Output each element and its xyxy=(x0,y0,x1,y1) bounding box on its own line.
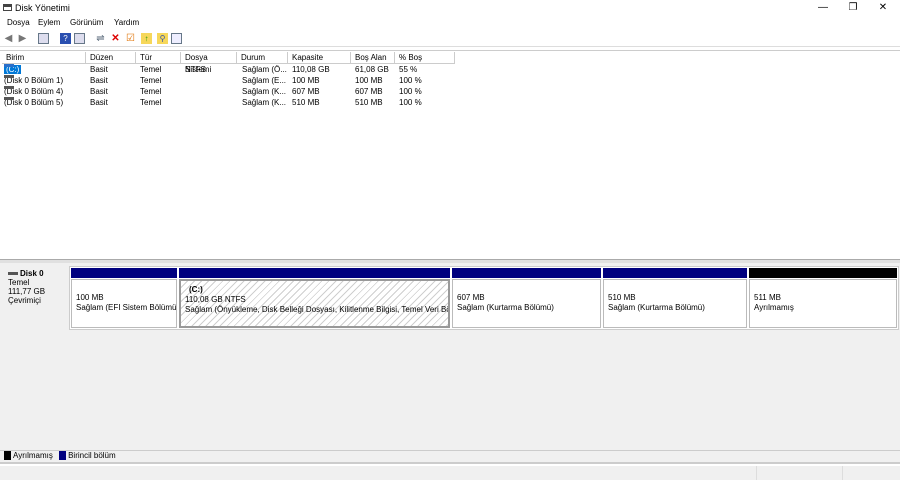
delete-icon[interactable]: ✕ xyxy=(110,33,121,44)
cell-4: Sağlam (Ö... xyxy=(242,65,287,74)
disk-size: 111,77 GB xyxy=(8,287,46,296)
minimize-button[interactable]: — xyxy=(808,0,838,16)
cell-2: Temel xyxy=(140,76,162,85)
table-row[interactable]: (Disk 0 Bölüm 5) Basit Temel Sağlam (K... 51… xyxy=(0,97,460,108)
forward-icon[interactable]: ▶ xyxy=(17,33,28,44)
volume-icon xyxy=(4,64,14,67)
partition[interactable]: 607 MB Sağlam (Kurtarma Bölümü) xyxy=(452,268,601,328)
cell-7: 100 % xyxy=(399,87,422,96)
cell-2: Temel xyxy=(140,65,162,74)
volume-icon xyxy=(4,97,14,100)
partition-type-bar xyxy=(452,268,601,278)
volume-list: Birim Düzen Tür Dosya Sistemi Durum Kapa… xyxy=(0,50,900,259)
cell-7: 100 % xyxy=(399,76,422,85)
partition-label: (C:) xyxy=(189,285,203,294)
cell-5: 100 MB xyxy=(292,76,320,85)
column-header-kapasite[interactable]: Kapasite xyxy=(288,52,351,64)
partition-status: Ayrılmamış xyxy=(754,303,794,312)
cell-2: Temel xyxy=(140,87,162,96)
folder-up-icon[interactable]: ↑ xyxy=(141,33,152,44)
legend-unallocated: Ayrılmamış xyxy=(13,451,53,460)
status-bar xyxy=(0,466,900,480)
checklist-icon[interactable]: ☑ xyxy=(125,33,136,44)
column-header-duzen[interactable]: Düzen xyxy=(86,52,136,64)
disk-info[interactable]: Disk 0 Temel 111,77 GB Çevrimiçi xyxy=(3,266,69,329)
menu-bar: Dosya Eylem Görünüm Yardım xyxy=(0,16,900,29)
partition-status: Sağlam (Kurtarma Bölümü) xyxy=(608,303,705,312)
partition[interactable]: 100 MB Sağlam (EFI Sistem Bölümü) xyxy=(71,268,177,328)
cell-1: Basit xyxy=(90,98,108,107)
table-row[interactable]: (Disk 0 Bölüm 1) Basit Temel Sağlam (E... 10… xyxy=(0,75,460,86)
partition[interactable]: (C:) 110,08 GB NTFS Sağlam (Önyükleme, Dis… xyxy=(179,268,450,328)
window-title: Disk Yönetimi xyxy=(15,3,70,13)
column-header-yuzde-bos[interactable]: % Boş xyxy=(395,52,455,64)
folder-search-icon[interactable]: ⚲ xyxy=(157,33,168,44)
cell-5: 510 MB xyxy=(292,98,320,107)
column-header-birim[interactable]: Birim xyxy=(2,52,86,64)
cell-3: NTFS xyxy=(185,65,206,74)
column-header-bos-alan[interactable]: Boş Alan xyxy=(351,52,395,64)
cell-5: 607 MB xyxy=(292,87,320,96)
legend-swatch-unallocated xyxy=(4,451,11,461)
menu-gorunum[interactable]: Görünüm xyxy=(70,18,103,27)
cell-7: 100 % xyxy=(399,98,422,107)
cell-6: 61,08 GB xyxy=(355,65,389,74)
restore-button[interactable]: ❐ xyxy=(838,0,868,16)
cell-5: 110,08 GB xyxy=(292,65,330,74)
disk-name: Disk 0 xyxy=(20,269,44,278)
partition-type-bar xyxy=(179,268,450,278)
partition-status: Sağlam (EFI Sistem Bölümü) xyxy=(76,303,177,312)
disk-type: Temel xyxy=(8,278,30,287)
partition[interactable]: 510 MB Sağlam (Kurtarma Bölümü) xyxy=(603,268,747,328)
partition-status: Sağlam (Önyükleme, Disk Belleği Dosyası,… xyxy=(185,305,450,314)
title-bar: Disk Yönetimi — ❐ ✕ xyxy=(0,0,900,16)
cell-6: 607 MB xyxy=(355,87,383,96)
volume-icon xyxy=(4,86,14,89)
menu-yardim[interactable]: Yardım xyxy=(114,18,139,27)
partition-status: Sağlam (Kurtarma Bölümü) xyxy=(457,303,554,312)
cell-6: 100 MB xyxy=(355,76,383,85)
table-row[interactable]: (C:) Basit Temel NTFS Sağlam (Ö... 110,08 GB 6… xyxy=(0,64,460,75)
volume-icon xyxy=(4,75,14,78)
cell-4: Sağlam (K... xyxy=(242,87,287,96)
back-icon[interactable]: ◀ xyxy=(3,33,14,44)
help-icon[interactable]: ? xyxy=(60,33,71,44)
partition-type-bar xyxy=(71,268,177,278)
cell-7: 55 % xyxy=(399,65,418,74)
column-header-tur[interactable]: Tür xyxy=(136,52,181,64)
menu-eylem[interactable]: Eylem xyxy=(38,18,60,27)
partition-type-bar xyxy=(749,268,897,278)
close-button[interactable]: ✕ xyxy=(868,0,898,16)
partition-size: 100 MB xyxy=(76,293,104,302)
app-icon xyxy=(3,4,12,11)
properties-icon[interactable] xyxy=(74,33,85,44)
disk-status: Çevrimiçi xyxy=(8,296,41,305)
cell-1: Basit xyxy=(90,87,108,96)
console-tree-icon[interactable] xyxy=(38,33,49,44)
partition-size: 607 MB xyxy=(457,293,485,302)
legend-primary: Birincil bölüm xyxy=(68,451,116,460)
table-row[interactable]: (Disk 0 Bölüm 4) Basit Temel Sağlam (K... 60… xyxy=(0,86,460,97)
list-icon[interactable] xyxy=(171,33,182,44)
partition-size: 511 MB xyxy=(754,293,781,302)
partition[interactable]: 511 MB Ayrılmamış xyxy=(749,268,897,328)
cell-6: 510 MB xyxy=(355,98,383,107)
column-header-durum[interactable]: Durum xyxy=(237,52,288,64)
partition-type-bar xyxy=(603,268,747,278)
partition-size: 510 MB xyxy=(608,293,636,302)
legend: Ayrılmamış Birincil bölüm xyxy=(0,450,900,464)
partition-size: 110,08 GB NTFS xyxy=(185,295,246,304)
cell-4: Sağlam (E... xyxy=(242,76,287,85)
cell-1: Basit xyxy=(90,65,108,74)
cell-2: Temel xyxy=(140,98,162,107)
cell-4: Sağlam (K... xyxy=(242,98,287,107)
cell-1: Basit xyxy=(90,76,108,85)
connect-icon[interactable]: ⇌ xyxy=(95,33,106,44)
menu-dosya[interactable]: Dosya xyxy=(7,18,30,27)
column-header-dosya-sistemi[interactable]: Dosya Sistemi xyxy=(181,52,237,74)
disk-icon xyxy=(8,272,18,276)
toolbar: ◀ ▶ ? ⇌ ✕ ☑ ↑ ⚲ xyxy=(0,30,900,47)
legend-swatch-primary xyxy=(59,451,67,461)
